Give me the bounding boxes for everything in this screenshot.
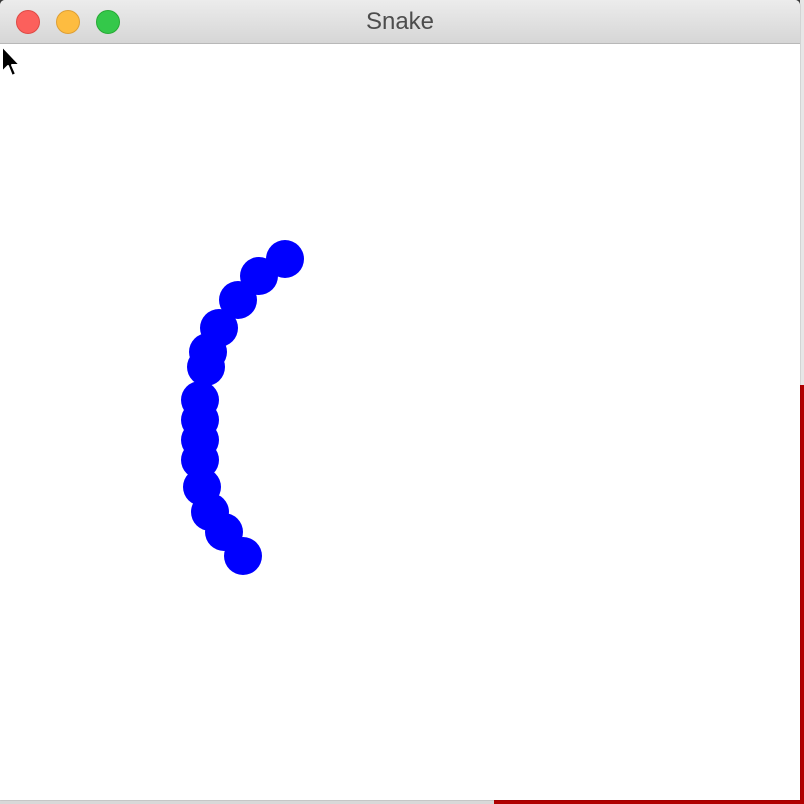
arrow-cursor-icon [1,45,21,77]
game-window: Snake [0,0,800,800]
desktop-window-edge [800,385,804,804]
game-canvas[interactable] [0,44,800,800]
snake-segment [187,348,225,386]
desktop-window-edge-bottom [494,800,804,804]
snake-field [181,240,304,575]
snake [181,240,304,575]
window-title: Snake [365,8,435,35]
desktop-background-right [800,0,804,804]
desktop-background-bottom [0,800,804,804]
snake-segment [224,537,262,575]
title-bar[interactable]: Snake [0,0,800,44]
